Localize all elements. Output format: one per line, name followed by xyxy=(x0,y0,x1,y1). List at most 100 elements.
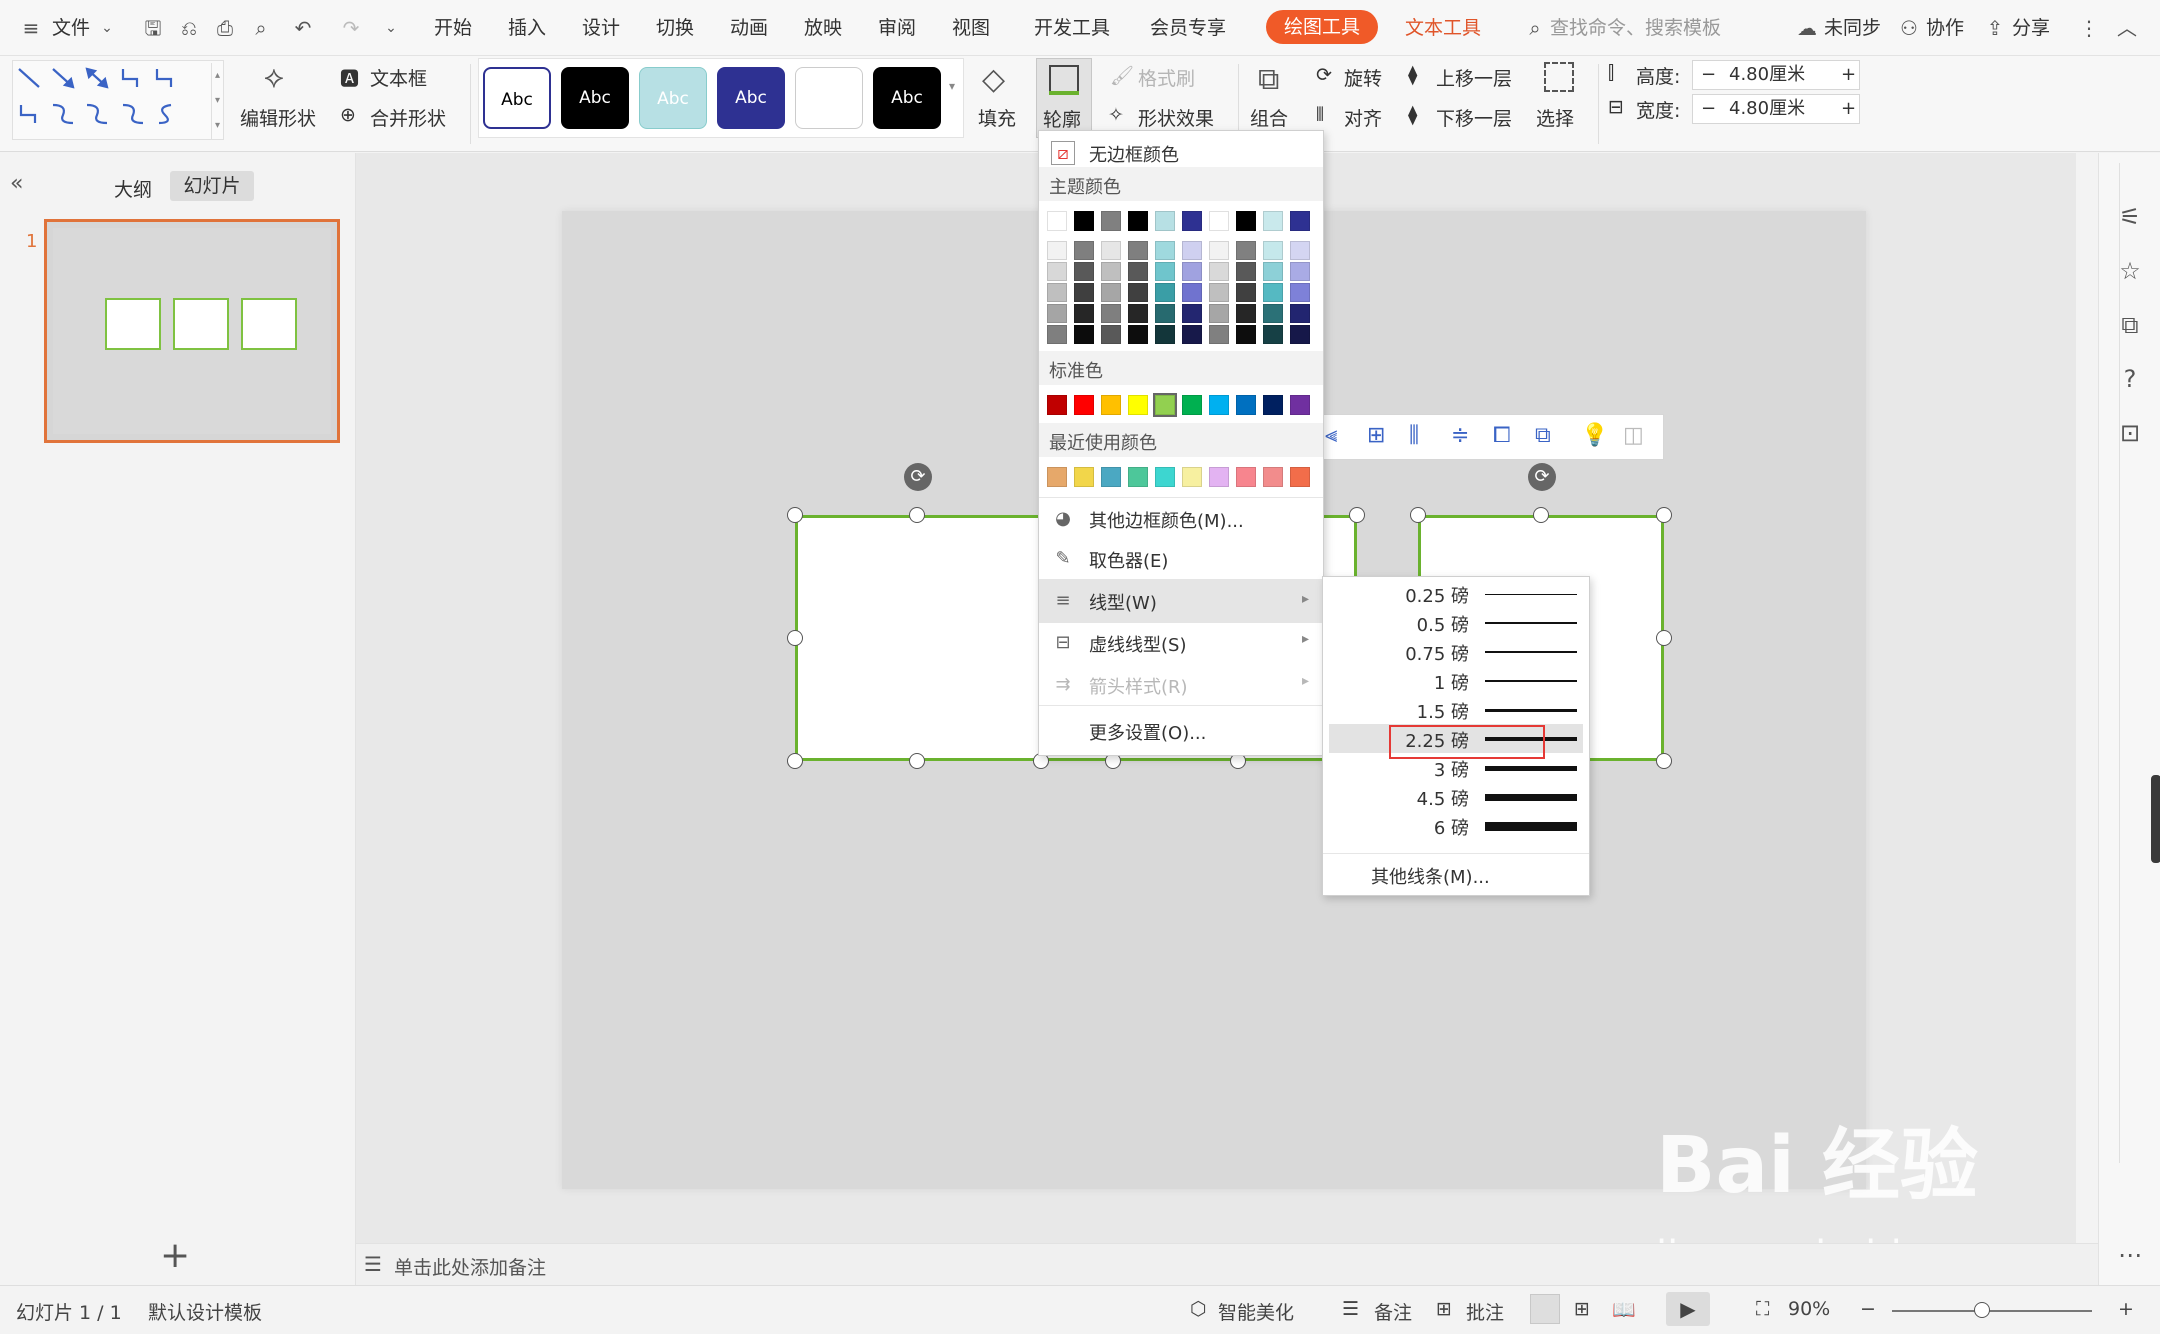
theme-shade-swatch[interactable] xyxy=(1128,262,1148,281)
standard-color-swatch[interactable] xyxy=(1263,395,1283,415)
standard-color-swatch[interactable] xyxy=(1074,395,1094,415)
align-button[interactable]: 对齐 xyxy=(1344,104,1382,131)
edit-shape-button[interactable]: 编辑形状 xyxy=(240,104,316,131)
recent-color-swatch[interactable] xyxy=(1101,467,1121,487)
collab-button[interactable]: 协作 xyxy=(1926,0,1964,56)
theme-shade-swatch[interactable] xyxy=(1236,283,1256,302)
theme-shade-swatch[interactable] xyxy=(1074,283,1094,302)
outline-button[interactable]: 轮廓 xyxy=(1043,105,1081,132)
recent-color-swatch[interactable] xyxy=(1209,467,1229,487)
preview-icon[interactable]: ⌕ xyxy=(250,17,272,39)
arrow-style-item[interactable]: ⇉ 箭头样式(R) ▸ xyxy=(1039,665,1323,705)
height-minus[interactable]: − xyxy=(1701,61,1716,89)
chevron-down-icon[interactable]: ⌄ xyxy=(96,17,118,39)
layout-icon[interactable]: ◫ xyxy=(1623,423,1644,448)
theme-color-swatch[interactable] xyxy=(1263,211,1283,231)
height-value[interactable]: 4.80厘米 xyxy=(1729,61,1805,89)
collapse-ribbon-icon[interactable]: ︿ xyxy=(2116,17,2138,39)
style-preset-5[interactable] xyxy=(795,67,863,129)
more-icon[interactable]: ⋮ xyxy=(2078,17,2100,39)
recent-color-swatch[interactable] xyxy=(1236,467,1256,487)
format-painter-button[interactable]: 格式刷 xyxy=(1138,64,1195,91)
save-icon[interactable]: 🖫 xyxy=(142,17,164,39)
width-stepper[interactable]: − 4.80厘米 + xyxy=(1692,94,1860,124)
standard-color-swatch[interactable] xyxy=(1101,395,1121,415)
theme-shade-swatch[interactable] xyxy=(1236,262,1256,281)
theme-shade-swatch[interactable] xyxy=(1209,325,1229,344)
style-preset-6[interactable]: Abc xyxy=(873,67,941,129)
recent-color-swatch[interactable] xyxy=(1290,467,1310,487)
merge-shape-button[interactable]: 合并形状 xyxy=(370,104,446,131)
dash-type-item[interactable]: ⊟ 虚线线型(S) ▸ xyxy=(1039,623,1323,663)
theme-shade-swatch[interactable] xyxy=(1101,283,1121,302)
theme-shade-swatch[interactable] xyxy=(1263,304,1283,323)
theme-shade-swatch[interactable] xyxy=(1047,325,1067,344)
sync-status[interactable]: 未同步 xyxy=(1824,0,1881,56)
zoom-slider-thumb[interactable] xyxy=(1974,1302,1990,1318)
line-type-item[interactable]: ≡ 线型(W) ▸ xyxy=(1039,579,1323,623)
theme-shade-swatch[interactable] xyxy=(1074,325,1094,344)
theme-shade-swatch[interactable] xyxy=(1128,304,1148,323)
theme-color-swatch[interactable] xyxy=(1209,211,1229,231)
zoom-level[interactable]: 90% xyxy=(1788,1298,1830,1320)
more-settings-item[interactable]: 更多设置(O)... xyxy=(1039,711,1323,751)
tab-text-tools[interactable]: 文本工具 xyxy=(1405,0,1481,56)
tab-view[interactable]: 视图 xyxy=(952,0,990,56)
theme-shade-swatch[interactable] xyxy=(1209,304,1229,323)
theme-shade-swatch[interactable] xyxy=(1209,262,1229,281)
fill-button[interactable]: 填充 xyxy=(978,104,1016,131)
line-weight-option[interactable]: 0.75 磅 xyxy=(1329,637,1583,666)
zoom-in-icon[interactable]: + xyxy=(2118,1298,2134,1320)
recent-color-swatch[interactable] xyxy=(1074,467,1094,487)
theme-shade-swatch[interactable] xyxy=(1236,304,1256,323)
more-border-colors[interactable]: ◕ 其他边框颜色(M)... xyxy=(1039,499,1323,539)
rotate-handle-icon[interactable]: ⟳ xyxy=(1528,463,1556,491)
theme-shade-swatch[interactable] xyxy=(1290,262,1310,281)
height-stepper[interactable]: − 4.80厘米 + xyxy=(1692,60,1860,90)
tab-developer[interactable]: 开发工具 xyxy=(1034,0,1110,56)
print-icon[interactable]: ⎙ xyxy=(214,17,236,39)
theme-color-swatch[interactable] xyxy=(1101,211,1121,231)
resize-handle[interactable] xyxy=(787,507,803,523)
connector-shapes-icon[interactable] xyxy=(13,61,209,139)
standard-color-swatch[interactable] xyxy=(1153,393,1177,417)
collapse-panel-icon[interactable]: « xyxy=(10,171,23,196)
resize-handle[interactable] xyxy=(787,630,803,646)
eyedropper-item[interactable]: ✎ 取色器(E) xyxy=(1039,539,1323,579)
tab-draw-tools[interactable]: 绘图工具 xyxy=(1266,10,1378,44)
normal-view-icon[interactable] xyxy=(1530,1294,1560,1324)
zoom-slider[interactable] xyxy=(1892,1310,2092,1312)
recent-color-swatch[interactable] xyxy=(1263,467,1283,487)
theme-shade-swatch[interactable] xyxy=(1074,304,1094,323)
side-grip[interactable] xyxy=(2151,775,2160,863)
help-icon[interactable]: ? xyxy=(2116,365,2144,393)
theme-shade-swatch[interactable] xyxy=(1155,304,1175,323)
tab-member[interactable]: 会员专享 xyxy=(1150,0,1226,56)
line-weight-option[interactable]: 6 磅 xyxy=(1329,811,1583,840)
search-input[interactable]: 查找命令、搜索模板 xyxy=(1550,0,1721,56)
gallery-scroll[interactable]: ▴ ▾ ▾ xyxy=(211,63,223,139)
resize-handle[interactable] xyxy=(787,753,803,769)
tab-transition[interactable]: 切换 xyxy=(656,0,694,56)
theme-color-swatch[interactable] xyxy=(1074,211,1094,231)
line-weight-option[interactable]: 0.5 磅 xyxy=(1329,608,1583,637)
theme-color-swatch[interactable] xyxy=(1155,211,1175,231)
quick-access-more-icon[interactable]: ⌄ xyxy=(380,17,402,39)
add-slide-button[interactable]: + xyxy=(160,1235,190,1276)
group-icon[interactable]: ⧉ xyxy=(1535,423,1551,448)
recent-color-swatch[interactable] xyxy=(1155,467,1175,487)
theme-color-swatch[interactable] xyxy=(1047,211,1067,231)
grid-view-icon[interactable]: ⊞ xyxy=(1574,1298,1590,1320)
theme-shade-swatch[interactable] xyxy=(1236,241,1256,260)
width-value[interactable]: 4.80厘米 xyxy=(1729,95,1805,123)
resize-handle[interactable] xyxy=(909,753,925,769)
rotate-handle-icon[interactable]: ⟳ xyxy=(904,463,932,491)
shape-gallery[interactable]: ▴ ▾ ▾ xyxy=(12,60,224,140)
theme-shade-swatch[interactable] xyxy=(1047,262,1067,281)
bring-forward-button[interactable]: 上移一层 xyxy=(1436,64,1512,91)
style-preset-4[interactable]: Abc xyxy=(717,67,785,129)
theme-shade-swatch[interactable] xyxy=(1209,283,1229,302)
tab-review[interactable]: 审阅 xyxy=(878,0,916,56)
undo-icon[interactable]: ↶ xyxy=(292,17,314,39)
theme-shade-swatch[interactable] xyxy=(1155,325,1175,344)
